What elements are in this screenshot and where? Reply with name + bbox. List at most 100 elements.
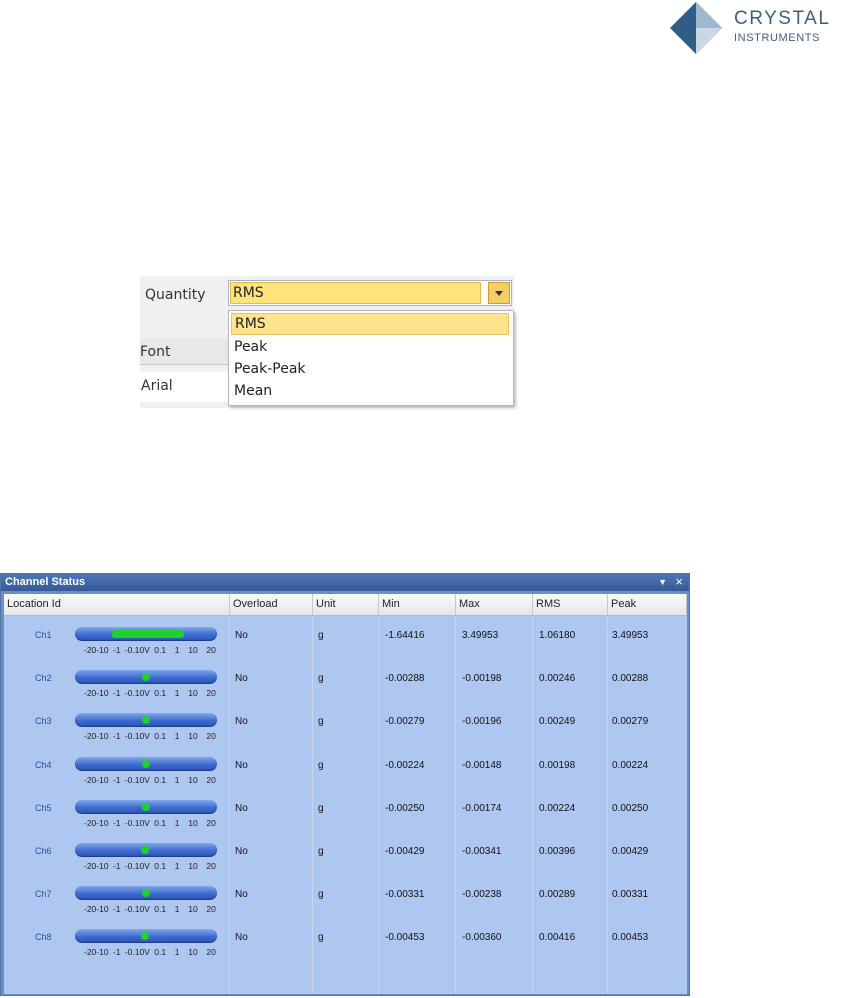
cell-max: -0.00148 bbox=[462, 759, 502, 771]
dropdown-arrow-icon[interactable]: ▼ bbox=[658, 577, 667, 587]
font-label: Font bbox=[140, 344, 171, 360]
level-indicator-bar bbox=[75, 843, 217, 857]
column-header-location-id[interactable]: Location Id bbox=[4, 594, 230, 615]
channel-label: Ch3 bbox=[35, 716, 52, 727]
channel-label: Ch1 bbox=[35, 630, 52, 640]
cell-max: -0.00174 bbox=[462, 802, 502, 814]
cell-peak: 0.00453 bbox=[612, 932, 649, 944]
level-indicator-fill bbox=[112, 630, 184, 638]
level-scale-labels: -20-10 -1 -0.10V 0.1 1 10 20 bbox=[84, 861, 216, 871]
table-row[interactable]: Ch3 -20-10 -1 -0.10V 0.1 1 10 20 No g -0.002… bbox=[4, 703, 687, 746]
level-scale-labels: -20-10 -1 -0.10V 0.1 1 10 20 bbox=[84, 731, 216, 742]
cell-min: -0.00453 bbox=[385, 932, 425, 944]
level-scale-labels: -20-10 -1 -0.10V 0.1 1 10 20 bbox=[84, 774, 216, 785]
column-header-rms[interactable]: RMS bbox=[533, 594, 608, 615]
cell-rms: 0.00246 bbox=[539, 673, 576, 685]
cell-max: 3.49953 bbox=[462, 630, 499, 641]
cell-min: -0.00331 bbox=[385, 889, 425, 901]
cell-overload: No bbox=[235, 716, 248, 728]
level-indicator-bar bbox=[75, 627, 217, 641]
level-indicator-bar bbox=[75, 886, 217, 901]
column-header-max[interactable]: Max bbox=[456, 594, 533, 615]
crystal-instruments-logo: CRYSTAL INSTRUMENTS bbox=[670, 2, 842, 54]
cell-unit: g bbox=[318, 846, 324, 857]
cell-unit: g bbox=[318, 932, 324, 944]
level-scale-labels: -20-10 -1 -0.10V 0.1 1 10 20 bbox=[84, 904, 216, 915]
cell-overload: No bbox=[235, 759, 248, 771]
dropdown-arrow-icon[interactable] bbox=[488, 282, 510, 304]
cell-min: -0.00224 bbox=[385, 759, 425, 771]
cell-unit: g bbox=[318, 759, 324, 771]
cell-peak: 0.00250 bbox=[612, 802, 649, 814]
cell-rms: 0.00249 bbox=[539, 716, 576, 728]
cell-unit: g bbox=[318, 630, 324, 641]
cell-overload: No bbox=[235, 889, 248, 901]
table-row[interactable]: Ch4 -20-10 -1 -0.10V 0.1 1 10 20 No g -0.002… bbox=[4, 747, 687, 790]
quantity-selected-value[interactable]: RMS bbox=[230, 282, 481, 304]
cell-rms: 0.00289 bbox=[539, 889, 576, 901]
table-row[interactable]: Ch7 -20-10 -1 -0.10V 0.1 1 10 20 No g -0.003… bbox=[4, 876, 687, 919]
channel-status-panel: Channel Status ▼ × Location Id Overload … bbox=[0, 573, 690, 996]
cell-min: -0.00250 bbox=[385, 802, 425, 814]
dropdown-option-mean[interactable]: Mean bbox=[231, 380, 509, 402]
cell-max: -0.00196 bbox=[462, 716, 502, 728]
cell-overload: No bbox=[235, 802, 248, 814]
dropdown-option-peak-peak[interactable]: Peak-Peak bbox=[231, 358, 509, 380]
level-scale-labels: -20-10 -1 -0.10V 0.1 1 10 20 bbox=[84, 688, 216, 699]
level-indicator-bar bbox=[75, 929, 217, 944]
logo-subtitle: INSTRUMENTS bbox=[734, 32, 821, 44]
cell-max: -0.00238 bbox=[462, 889, 502, 901]
level-indicator-bar bbox=[75, 756, 217, 771]
font-value: Arial bbox=[141, 378, 173, 394]
cell-rms: 0.00416 bbox=[539, 932, 576, 944]
channel-label: Ch8 bbox=[35, 932, 52, 943]
cell-peak: 0.00429 bbox=[612, 846, 649, 857]
level-indicator-marker bbox=[141, 673, 150, 682]
cell-overload: No bbox=[235, 846, 248, 857]
cell-rms: 0.00198 bbox=[539, 759, 576, 771]
cell-overload: No bbox=[235, 630, 248, 641]
column-header-min[interactable]: Min bbox=[379, 594, 456, 615]
cell-min: -0.00429 bbox=[385, 846, 425, 857]
cell-overload: No bbox=[235, 673, 248, 685]
dropdown-option-rms[interactable]: RMS bbox=[231, 313, 509, 335]
level-indicator-bar bbox=[75, 799, 217, 814]
font-value-row[interactable]: Arial bbox=[140, 372, 228, 402]
quantity-label: Quantity bbox=[145, 287, 206, 303]
table-row[interactable]: Ch1 -20-10 -1 -0.10V 0.1 1 10 20 No g -1.644… bbox=[4, 617, 687, 660]
channel-label: Ch6 bbox=[35, 846, 52, 856]
column-header-unit[interactable]: Unit bbox=[313, 594, 379, 615]
channel-label: Ch7 bbox=[35, 889, 52, 900]
close-icon[interactable]: × bbox=[675, 574, 683, 589]
channel-label: Ch4 bbox=[35, 759, 52, 770]
cell-unit: g bbox=[318, 673, 324, 685]
panel-title-bar: Channel Status ▼ × bbox=[1, 574, 689, 591]
cell-unit: g bbox=[318, 716, 324, 728]
cell-unit: g bbox=[318, 802, 324, 814]
channel-status-table: Location Id Overload Unit Min Max RMS Pe… bbox=[4, 594, 687, 994]
column-header-peak[interactable]: Peak bbox=[608, 594, 687, 615]
level-scale-labels: -20-10 -1 -0.10V 0.1 1 10 20 bbox=[84, 645, 216, 655]
cell-overload: No bbox=[235, 932, 248, 944]
table-row[interactable]: Ch6 -20-10 -1 -0.10V 0.1 1 10 20 No g -0.004… bbox=[4, 833, 687, 876]
level-scale-labels: -20-10 -1 -0.10V 0.1 1 10 20 bbox=[84, 817, 216, 828]
cell-max: -0.00341 bbox=[462, 846, 502, 857]
level-indicator-marker bbox=[141, 716, 150, 725]
logo-diamond-icon bbox=[670, 2, 722, 54]
table-row[interactable]: Ch2 -20-10 -1 -0.10V 0.1 1 10 20 No g -0.002… bbox=[4, 660, 687, 703]
table-row[interactable]: Ch5 -20-10 -1 -0.10V 0.1 1 10 20 No g -0.002… bbox=[4, 790, 687, 833]
panel-title: Channel Status bbox=[5, 576, 86, 588]
dropdown-option-peak[interactable]: Peak bbox=[231, 336, 509, 358]
level-indicator-bar bbox=[75, 670, 217, 685]
level-indicator-bar bbox=[75, 713, 217, 728]
cell-peak: 0.00279 bbox=[612, 716, 649, 728]
cell-rms: 0.00396 bbox=[539, 846, 576, 857]
level-scale-labels: -20-10 -1 -0.10V 0.1 1 10 20 bbox=[84, 947, 216, 958]
cell-max: -0.00198 bbox=[462, 673, 502, 685]
table-row[interactable]: Ch8 -20-10 -1 -0.10V 0.1 1 10 20 No g -0.004… bbox=[4, 919, 687, 962]
level-indicator-marker bbox=[141, 889, 150, 898]
column-header-overload[interactable]: Overload bbox=[230, 594, 313, 615]
quantity-dropdown-list: RMS Peak Peak-Peak Mean bbox=[228, 310, 514, 406]
quantity-combobox[interactable]: RMS bbox=[228, 280, 512, 306]
quantity-property-editor: Quantity Font Arial RMS RMS Peak Peak-Pe… bbox=[140, 276, 514, 408]
